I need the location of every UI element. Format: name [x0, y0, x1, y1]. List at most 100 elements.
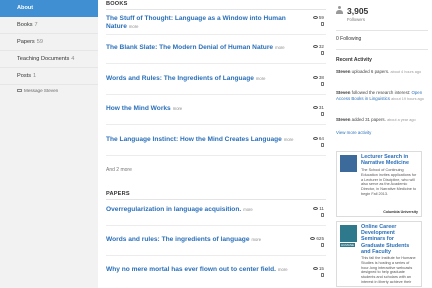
more-link[interactable]: more — [284, 137, 294, 142]
sidebar-item-teaching-documents[interactable]: Teaching Documents 4 — [0, 51, 98, 68]
document-icon[interactable] — [320, 51, 324, 56]
eye-icon — [312, 45, 318, 49]
divider — [336, 30, 428, 31]
view-count: 31 — [318, 105, 324, 110]
view-stats: 15 — [308, 266, 324, 278]
view-count: 38 — [318, 75, 324, 80]
more-link[interactable]: more — [243, 207, 253, 212]
activity-user[interactable]: Steven — [336, 117, 350, 122]
list-item: Why no mere mortal has ever flown out to… — [106, 266, 326, 286]
eye-icon — [312, 267, 318, 271]
profile-sidebar: About Books 7 Papers 59 Teaching Documents… — [0, 0, 98, 288]
works-list: BOOKS The Stuff of Thought: Language as … — [98, 0, 330, 288]
view-more-activity-link[interactable]: View more activity — [336, 130, 371, 135]
view-count: 11 — [319, 206, 324, 211]
book-title-link[interactable]: The Blank Slate: The Modern Denial of Hu… — [106, 44, 306, 52]
more-link[interactable]: more — [278, 267, 288, 272]
sidebar-item-count: 59 — [36, 39, 43, 45]
view-count: 625 — [316, 236, 324, 241]
more-link[interactable]: more — [275, 45, 285, 50]
message-button[interactable]: Message Steven — [17, 88, 58, 93]
sidebar-item-posts[interactable]: Posts 1 — [0, 68, 98, 85]
books-heading: BOOKS — [106, 1, 326, 10]
view-count: 32 — [318, 44, 324, 49]
more-link[interactable]: more — [256, 76, 266, 81]
sidebar-item-label: Papers — [17, 39, 35, 45]
list-item: The Language Instinct: How the Mind Crea… — [106, 136, 326, 156]
paper-title-link[interactable]: Overregularization in language acquisiti… — [106, 206, 306, 214]
profile-right-panel: 3,905 Followers 0 Following Recent Activ… — [330, 0, 432, 288]
followers-count: 3,905 — [347, 6, 369, 16]
view-stats: 59 — [308, 15, 324, 27]
seminar-ad[interactable]: HUMANE Online Career Development Seminar… — [336, 221, 422, 287]
ad-logo-label: HUMANE — [340, 243, 356, 247]
and-more-link[interactable]: And 2 more — [106, 167, 132, 173]
book-title-link[interactable]: The Language Instinct: How the Mind Crea… — [106, 136, 306, 144]
sidebar-item-label: About — [17, 5, 34, 11]
view-count: 64 — [318, 136, 324, 141]
followers-box[interactable]: 3,905 Followers — [330, 0, 432, 28]
eye-icon — [312, 16, 318, 20]
activity-user[interactable]: Steven — [336, 69, 350, 74]
document-icon[interactable] — [320, 273, 324, 278]
sidebar-item-count: 4 — [71, 56, 75, 62]
ad-title[interactable]: Online Career Development Seminars for G… — [361, 224, 418, 255]
activity-item: Steven added 31 papers. about a year ago — [336, 117, 416, 122]
view-stats: 32 — [308, 44, 324, 56]
envelope-icon — [17, 88, 22, 93]
ad-body: The School of Continuing Education invit… — [361, 168, 417, 196]
list-item: Words and Rules: The Ingredients of Lang… — [106, 75, 326, 95]
view-stats: 64 — [308, 136, 324, 148]
job-ad[interactable]: Lecturer Search in Narrative Medicine Th… — [336, 151, 422, 217]
book-title-link[interactable]: Words and Rules: The Ingredients of Lang… — [106, 75, 306, 83]
papers-heading: PAPERS — [106, 191, 326, 200]
view-stats: 38 — [308, 75, 324, 87]
more-link[interactable]: more — [173, 106, 183, 111]
view-count: 15 — [318, 266, 324, 271]
list-item: Words and rules: The ingredients of lang… — [106, 236, 326, 256]
eye-icon — [310, 237, 316, 241]
activity-item: Steven uploaded 6 papers. about 4 hours … — [336, 69, 422, 74]
sidebar-item-label: Posts — [17, 73, 31, 79]
following-link[interactable]: 0 Following — [336, 36, 361, 42]
book-title-link[interactable]: The Stuff of Thought: Language as a Wind… — [106, 15, 306, 31]
more-link[interactable]: more — [252, 237, 262, 242]
more-link[interactable]: more — [129, 24, 139, 29]
list-item: The Blank Slate: The Modern Denial of Hu… — [106, 44, 326, 64]
recent-activity-heading: Recent Activity — [336, 57, 372, 63]
activity-item: Steven followed the research interest: O… — [336, 90, 424, 101]
sidebar-item-label: Teaching Documents — [17, 56, 70, 62]
ad-title[interactable]: Lecturer Search in Narrative Medicine — [361, 154, 418, 166]
document-icon[interactable] — [320, 22, 324, 27]
person-icon — [336, 6, 343, 14]
document-icon[interactable] — [320, 82, 324, 87]
sidebar-item-count: 7 — [34, 22, 38, 28]
ad-source: Columbia University — [383, 210, 418, 214]
sidebar-item-label: Books — [17, 22, 33, 28]
document-icon[interactable] — [320, 143, 324, 148]
list-item: How the Mind Works more 31 — [106, 105, 326, 125]
view-stats: 31 — [308, 105, 324, 117]
book-title-link[interactable]: How the Mind Works more — [106, 105, 306, 113]
message-label: Message Steven — [24, 88, 59, 93]
activity-user[interactable]: Steven — [336, 90, 350, 95]
view-stats: 625 — [308, 236, 324, 248]
divider — [336, 49, 428, 50]
sidebar-item-books[interactable]: Books 7 — [0, 17, 98, 34]
sidebar-item-count: 1 — [33, 73, 37, 79]
sidebar-item-about[interactable]: About — [0, 0, 98, 17]
document-icon[interactable] — [320, 243, 324, 248]
ad-body: This fall the Institute for Humane Studi… — [361, 256, 416, 284]
list-item: The Stuff of Thought: Language as a Wind… — [106, 15, 326, 35]
view-count: 59 — [318, 15, 324, 20]
paper-title-link[interactable]: Words and rules: The ingredients of lang… — [106, 236, 306, 244]
document-icon[interactable] — [320, 112, 324, 117]
ad-thumbnail — [340, 225, 357, 242]
paper-title-link[interactable]: Why no mere mortal has ever flown out to… — [106, 266, 306, 274]
eye-icon — [312, 106, 318, 110]
sidebar-item-papers[interactable]: Papers 59 — [0, 34, 98, 51]
document-icon[interactable] — [320, 213, 324, 218]
list-item: Overregularization in language acquisiti… — [106, 206, 326, 226]
eye-icon — [312, 76, 318, 80]
eye-icon — [312, 137, 318, 141]
